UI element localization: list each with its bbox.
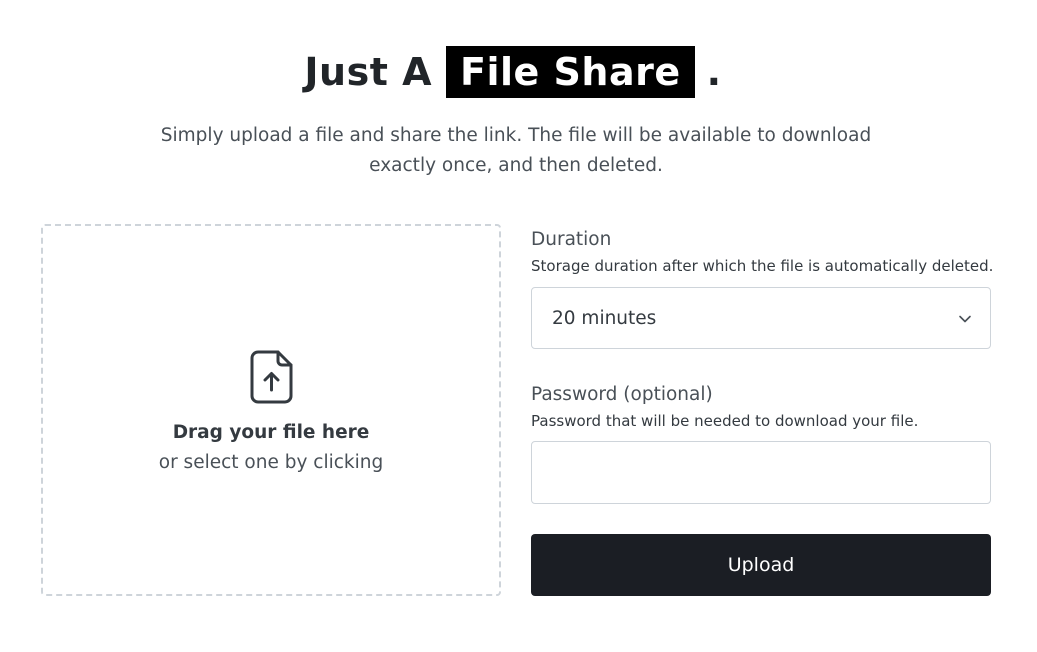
page-subtitle: Simply upload a file and share the link.…	[160, 125, 872, 176]
password-label: Password (optional)	[531, 384, 713, 405]
title-prefix: Just A	[304, 50, 433, 94]
page: Just A File Share. Simply upload a file a…	[0, 0, 1037, 652]
duration-help: Storage duration after which the file is…	[531, 257, 994, 275]
upload-form: Duration Storage duration after which th…	[531, 226, 994, 596]
file-upload-icon	[250, 350, 293, 404]
file-dropzone[interactable]: Drag your file here or select one by cli…	[41, 224, 501, 596]
password-field: Password (optional) Password that will b…	[531, 381, 991, 504]
title-highlight: File Share	[446, 46, 695, 98]
dropzone-subtitle: or select one by clicking	[158, 452, 384, 473]
duration-field: Duration Storage duration after which th…	[531, 226, 994, 349]
duration-label: Duration	[531, 229, 612, 250]
title-suffix: .	[706, 50, 722, 94]
dropzone-title: Drag your file here	[172, 422, 370, 443]
password-input[interactable]	[531, 441, 991, 504]
upload-button[interactable]: Upload	[531, 534, 991, 596]
duration-select[interactable]: 20 minutes	[531, 287, 991, 349]
duration-selected-value: 20 minutes	[552, 308, 657, 329]
chevron-down-icon	[959, 315, 971, 323]
page-title: Just A File Share.	[0, 46, 1026, 98]
password-help: Password that will be needed to download…	[531, 412, 919, 430]
